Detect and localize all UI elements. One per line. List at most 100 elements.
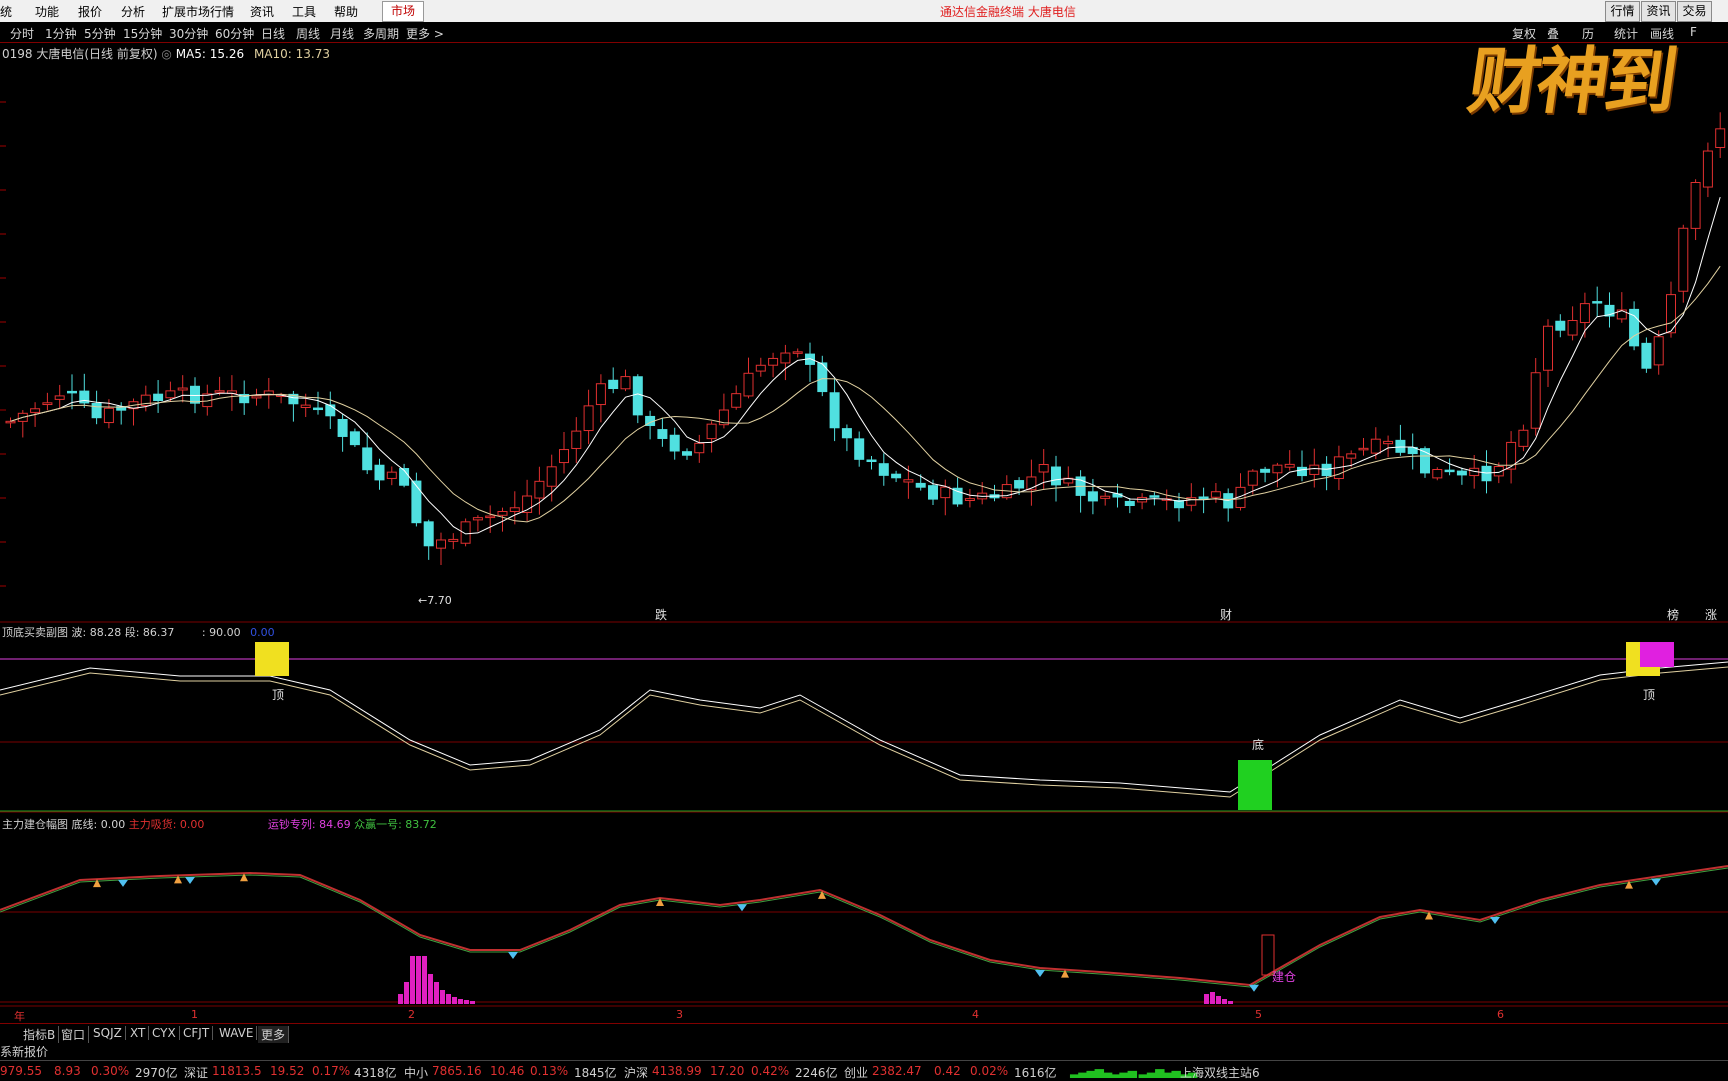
server-name[interactable]: 上海双线主站6 xyxy=(1180,1064,1260,1081)
trade-button[interactable]: 交易 xyxy=(1677,1,1712,22)
tab-cyx[interactable]: CYX xyxy=(149,1026,180,1040)
candle-body xyxy=(1346,453,1357,459)
candle-body xyxy=(1567,320,1578,336)
quote-button[interactable]: 行情 xyxy=(1605,1,1640,22)
sz-index-amount: 4318亿 xyxy=(354,1066,397,1080)
buy-marker xyxy=(1035,970,1045,977)
candle-body xyxy=(509,507,520,512)
marker-cai: 财 xyxy=(1220,608,1233,622)
x-axis-year: 年 xyxy=(14,1010,25,1023)
histogram-bar xyxy=(434,982,439,1004)
sz-index-name[interactable]: 深证 xyxy=(184,1064,208,1081)
info-icon[interactable]: ◎ xyxy=(161,47,171,61)
hs-index-amount: 2246亿 xyxy=(795,1066,838,1080)
candle-body xyxy=(1432,469,1443,479)
x-axis-2: 2 xyxy=(408,1008,415,1021)
candle-body xyxy=(497,511,508,516)
indicator2-line xyxy=(0,865,1728,987)
period-30min[interactable]: 30分钟 xyxy=(169,25,208,42)
zx-index-name[interactable]: 中小 xyxy=(404,1064,428,1081)
sell-marker xyxy=(240,873,248,882)
indicator2-title[interactable]: 主力建仓幅图 xyxy=(2,818,68,831)
candle-body xyxy=(165,390,176,399)
menu-system[interactable]: 统 xyxy=(0,3,12,20)
menu-news[interactable]: 资讯 xyxy=(250,3,274,20)
tab-indicator-b[interactable]: 指标B xyxy=(20,1026,60,1043)
candle-body xyxy=(1247,470,1258,486)
status-bar: 979.55 8.93 0.30% 2970亿 深证 11813.5 19.52… xyxy=(0,1060,1728,1081)
candle-body xyxy=(915,482,926,488)
magenta-signal-box xyxy=(1640,642,1674,667)
candle-body xyxy=(608,379,619,390)
marker-die: 跌 xyxy=(655,608,668,622)
menu-help[interactable]: 帮助 xyxy=(334,3,358,20)
menu-tools[interactable]: 工具 xyxy=(292,3,316,20)
sh-index-value: 979.55 xyxy=(0,1064,42,1078)
menu-quote[interactable]: 报价 xyxy=(78,3,102,20)
market-button[interactable]: 市场 xyxy=(382,1,424,22)
candle-body xyxy=(313,407,323,411)
tab-cfjt[interactable]: CFJT xyxy=(180,1026,214,1040)
period-monthly[interactable]: 月线 xyxy=(330,25,354,42)
indicator1-title[interactable]: 顶底买卖副图 xyxy=(2,626,68,639)
candle-body xyxy=(1149,495,1160,498)
indicator-tab-bar: 指标B 窗口 SQJZ XT CYX CFJT WAVE 更多 xyxy=(0,1023,1728,1044)
period-multi[interactable]: 多周期 xyxy=(363,25,399,42)
sell-marker xyxy=(93,879,101,888)
candle-body xyxy=(214,390,225,393)
news-button[interactable]: 资讯 xyxy=(1641,1,1676,22)
candle-body xyxy=(669,434,680,452)
period-60min[interactable]: 60分钟 xyxy=(215,25,254,42)
candle-body xyxy=(1100,495,1111,499)
period-more[interactable]: 更多 > xyxy=(406,25,444,42)
candle-body xyxy=(54,395,65,400)
cy-index-value: 2382.47 xyxy=(872,1064,922,1078)
buy-marker xyxy=(118,879,128,887)
period-15min[interactable]: 15分钟 xyxy=(123,25,162,42)
period-weekly[interactable]: 周线 xyxy=(296,25,320,42)
period-daily[interactable]: 日线 xyxy=(261,25,285,42)
candle-body xyxy=(1124,500,1135,507)
candle-body xyxy=(731,393,742,408)
marker-zhang: 涨 xyxy=(1705,608,1718,622)
candle-body xyxy=(534,480,545,499)
candle-body xyxy=(472,517,483,521)
candle-body xyxy=(928,485,938,500)
histogram-bar xyxy=(1216,996,1221,1004)
menu-function[interactable]: 功能 xyxy=(35,3,59,20)
candle-body xyxy=(1592,301,1603,304)
quote-refresh-label[interactable]: 系新报价 xyxy=(0,1043,48,1060)
candle-body xyxy=(694,442,705,454)
menu-ext-market[interactable]: 扩展市场行情 xyxy=(162,3,234,20)
cy-index-name[interactable]: 创业 xyxy=(844,1064,868,1081)
tab-xt[interactable]: XT xyxy=(127,1026,150,1040)
tool-f[interactable]: F xyxy=(1690,25,1697,39)
cy-index-pct: 0.02% xyxy=(970,1064,1009,1078)
histogram-bar xyxy=(452,997,457,1004)
indicator1-header: 顶底买卖副图 波: 88.28 段: 86.37 : 90.00 0.00 xyxy=(2,624,275,640)
kline-chart-area[interactable] xyxy=(0,42,1728,1023)
tab-window[interactable]: 窗口 xyxy=(58,1026,90,1043)
tab-more[interactable]: 更多 xyxy=(258,1026,290,1043)
candle-body xyxy=(91,402,102,419)
period-intraday[interactable]: 分时 xyxy=(10,25,34,42)
zx-index-chg: 10.46 xyxy=(490,1064,525,1078)
candle-body xyxy=(632,376,643,416)
hs-index-name[interactable]: 沪深 xyxy=(624,1064,648,1081)
sell-marker xyxy=(174,875,182,884)
period-1min[interactable]: 1分钟 xyxy=(45,25,77,42)
indicator2-yun: 运钞专列: 84.69 xyxy=(267,818,351,831)
histogram-bar xyxy=(416,956,421,1004)
menu-analysis[interactable]: 分析 xyxy=(121,3,145,20)
candle-body xyxy=(386,471,397,479)
candle-body xyxy=(964,498,975,502)
histogram-bar xyxy=(428,974,433,1004)
candle-body xyxy=(1038,464,1049,473)
period-5min[interactable]: 5分钟 xyxy=(84,25,116,42)
top-signal-box xyxy=(255,642,289,676)
candle-body xyxy=(349,431,360,446)
tab-wave[interactable]: WAVE xyxy=(216,1026,258,1040)
candle-body xyxy=(706,423,717,440)
bottom-label: 底 xyxy=(1252,738,1265,752)
tab-sqjz[interactable]: SQJZ xyxy=(90,1026,126,1040)
